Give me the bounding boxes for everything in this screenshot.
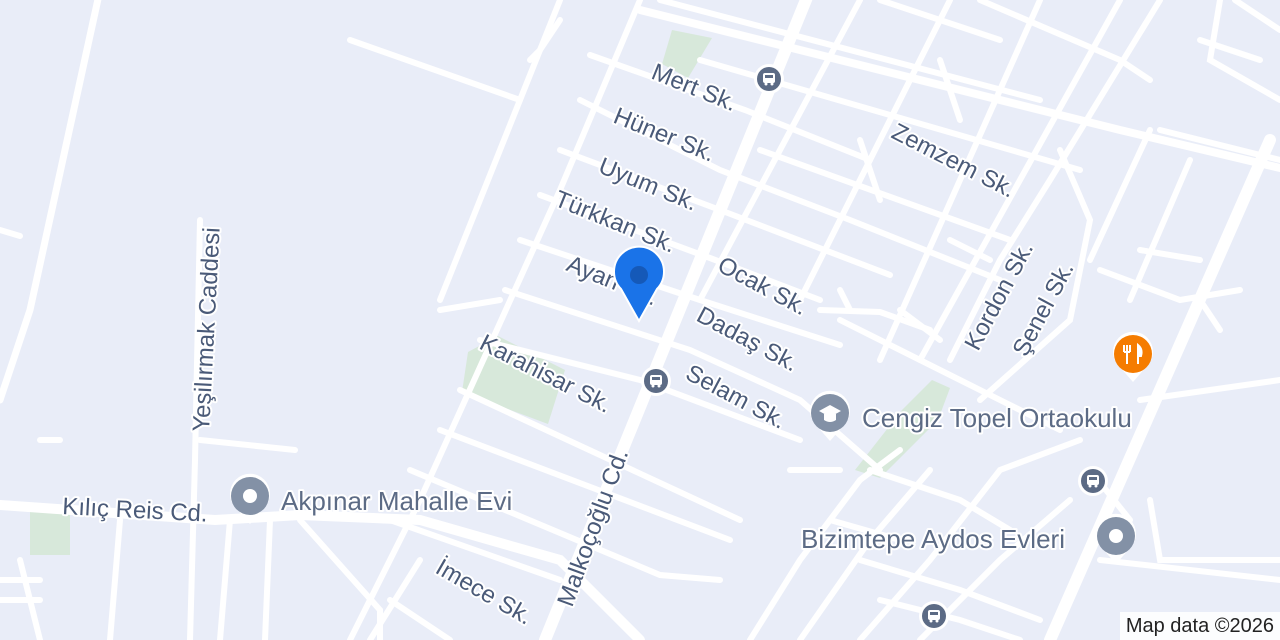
place-icon[interactable] (230, 473, 270, 524)
map-canvas[interactable]: Mert Sk. Hüner Sk. Uyum Sk. Türkkan Sk. … (0, 0, 1280, 640)
bus-stop-icon[interactable] (1078, 466, 1108, 496)
place-icon[interactable] (1096, 513, 1136, 564)
poi-label-bizimtepe[interactable]: Bizimtepe Aydos Evleri (799, 522, 1067, 556)
school-icon[interactable] (810, 390, 850, 441)
bus-stop-icon[interactable] (754, 64, 784, 94)
street-label-imece: İmece Sk. (431, 554, 537, 631)
street-label-mert: Mert Sk. (648, 59, 741, 118)
poi-label-akpinar[interactable]: Akpınar Mahalle Evi (279, 484, 514, 518)
street-label-selam: Selam Sk. (681, 359, 790, 434)
bus-stop-icon[interactable] (641, 366, 671, 396)
street-label-kilic-reis: Kılıç Reis Cd. (62, 493, 209, 528)
map-attribution: Map data ©2026 (1119, 612, 1280, 640)
street-label-ocak: Ocak Sk. (713, 251, 812, 321)
street-label-yesilirmak: Yeşilırmak Caddesi (188, 227, 226, 433)
street-label-huner: Hüner Sk. (610, 103, 719, 168)
location-pin-icon[interactable] (613, 245, 665, 324)
street-label-zemzem: Zemzem Sk. (887, 118, 1019, 203)
street-label-malkocoglu: Malkoçoğlu Cd. (552, 445, 634, 610)
street-label-karahisar: Karahisar Sk. (475, 329, 616, 418)
map-labels-layer: Mert Sk. Hüner Sk. Uyum Sk. Türkkan Sk. … (60, 57, 1153, 633)
poi-label-cengiz-topel[interactable]: Cengiz Topel Ortaokulu (860, 401, 1134, 435)
bus-stop-icon[interactable] (919, 601, 949, 631)
restaurant-icon[interactable] (1113, 331, 1153, 382)
